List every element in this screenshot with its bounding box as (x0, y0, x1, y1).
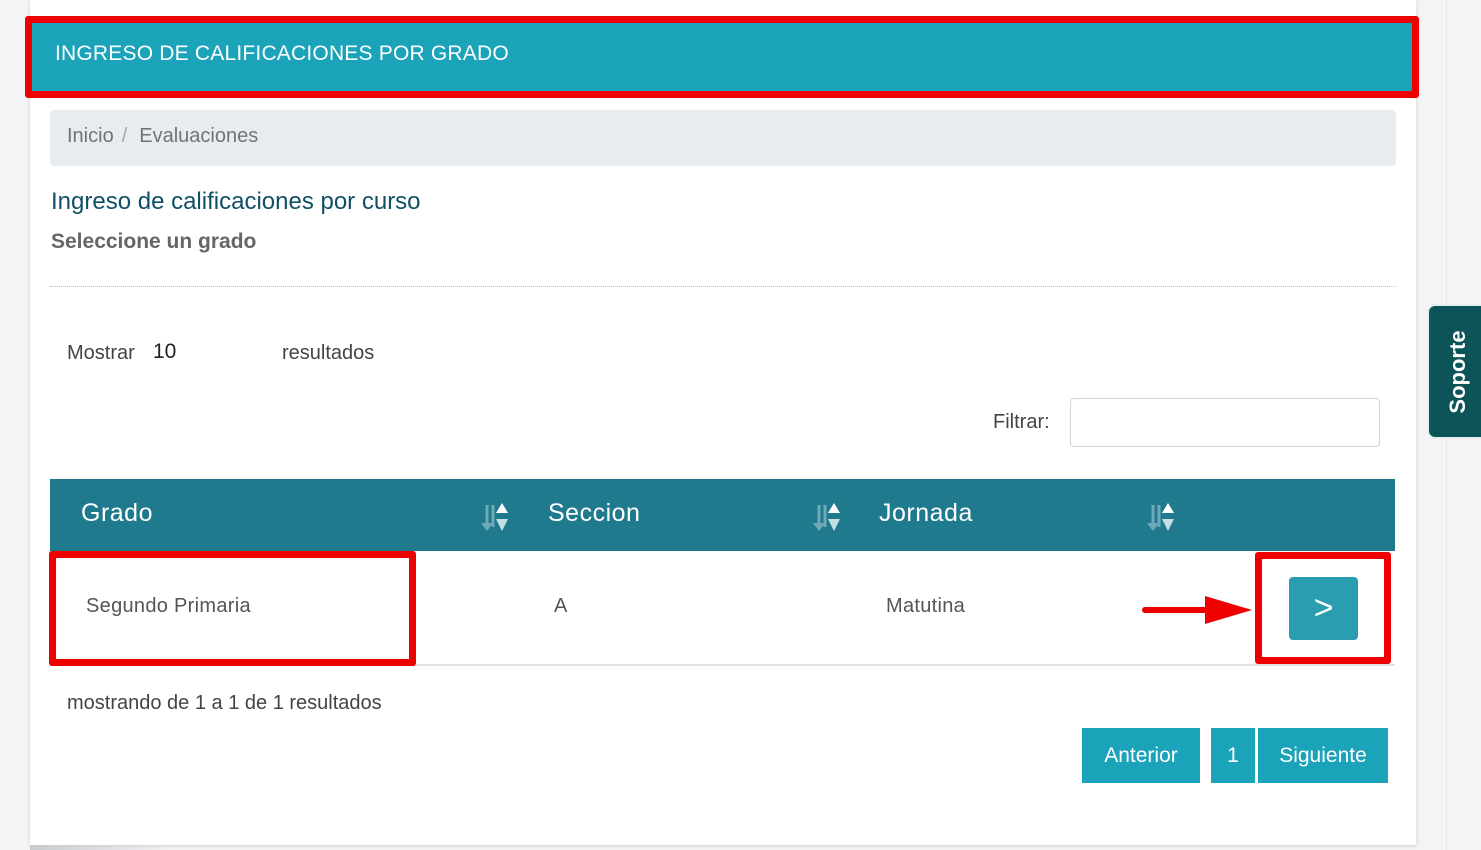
support-tab-label: Soporte (1445, 329, 1470, 414)
length-select[interactable]: 10 (153, 340, 176, 364)
filter-input[interactable] (1070, 398, 1380, 447)
table-info: mostrando de 1 a 1 de 1 resultados (67, 692, 382, 714)
cell-grado: Segundo Primaria (86, 595, 251, 617)
support-tab[interactable]: Soporte (1427, 304, 1481, 439)
select-grade-button[interactable]: > (1289, 577, 1358, 640)
length-suffix: resultados (282, 342, 375, 364)
page: INGRESO DE CALIFICACIONES POR GRADO Inic… (0, 0, 1481, 850)
page-title: Ingreso de calificaciones por curso (51, 188, 421, 215)
filter-label: Filtrar: (993, 411, 1050, 433)
table-header: Grado Seccion Jornada (50, 479, 1395, 551)
cell-jornada: Matutina (886, 595, 966, 617)
pagination-next-button[interactable]: Siguiente (1258, 728, 1388, 783)
column-header-jornada[interactable]: Jornada (879, 499, 973, 528)
page-subtitle: Seleccione un grado (51, 230, 257, 253)
sort-icon[interactable] (1144, 501, 1178, 533)
cell-seccion: A (554, 595, 568, 617)
arrow-right-icon (1142, 596, 1252, 624)
sort-icon[interactable] (810, 501, 844, 533)
divider (50, 286, 1396, 287)
header-bar: INGRESO DE CALIFICACIONES POR GRADO (30, 22, 1416, 94)
breadcrumb: Inicio / Evaluaciones (50, 110, 1396, 166)
breadcrumb-item-evaluaciones: Evaluaciones (139, 125, 259, 147)
pagination-prev-button[interactable]: Anterior (1082, 728, 1200, 783)
length-label: Mostrar (67, 342, 135, 364)
sort-icon[interactable] (478, 501, 512, 533)
bottom-shadow (30, 845, 170, 850)
pagination-page-1[interactable]: 1 (1211, 728, 1255, 783)
header-title: INGRESO DE CALIFICACIONES POR GRADO (55, 42, 509, 65)
breadcrumb-separator: / (121, 125, 128, 147)
column-header-seccion[interactable]: Seccion (548, 499, 640, 528)
column-header-grado[interactable]: Grado (81, 499, 153, 528)
breadcrumb-item-inicio[interactable]: Inicio (67, 125, 114, 148)
